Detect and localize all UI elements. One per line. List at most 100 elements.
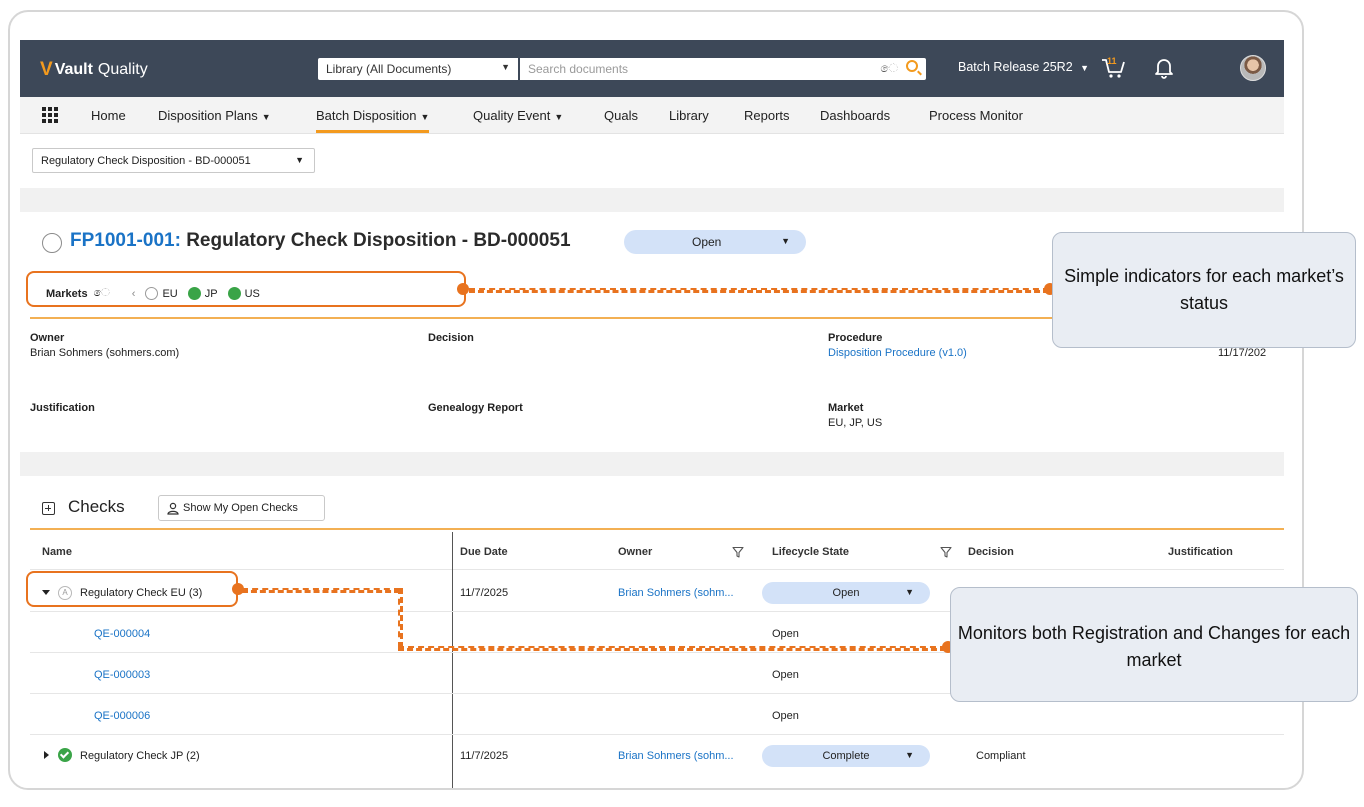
table-row-due-date: 11/7/2025 bbox=[460, 750, 509, 762]
table-row-link[interactable]: QE-000006 bbox=[94, 710, 150, 722]
batch-release-menu[interactable]: Batch Release 25R2 ▼ bbox=[958, 60, 1089, 74]
vault-logo-name: Vault bbox=[54, 61, 93, 78]
owner-label: Owner bbox=[30, 332, 65, 344]
status-dropdown[interactable]: Open ▼ bbox=[624, 230, 806, 254]
checks-connector-line bbox=[398, 646, 946, 651]
status-value: Open bbox=[692, 235, 722, 249]
table-row-link[interactable]: QE-000004 bbox=[94, 628, 150, 640]
checks-callout: Monitors both Registration and Changes f… bbox=[950, 587, 1358, 702]
nav-quals[interactable]: Quals bbox=[604, 108, 638, 123]
nav-quality-event[interactable]: Quality Event ▼ bbox=[473, 108, 563, 123]
search-icon[interactable] bbox=[906, 60, 918, 72]
table-row-state: Open bbox=[772, 628, 799, 640]
filter-icon[interactable] bbox=[940, 546, 952, 558]
chevron-down-icon: ▼ bbox=[1080, 63, 1090, 73]
nav-process-monitor-label: Process Monitor bbox=[929, 108, 1023, 123]
table-row-link[interactable]: QE-000003 bbox=[94, 669, 150, 681]
vault-logo-sub: Quality bbox=[97, 61, 148, 78]
nav-process-monitor[interactable]: Process Monitor bbox=[929, 108, 1023, 123]
show-my-open-checks-label: Show My Open Checks bbox=[183, 502, 298, 514]
filter-icon[interactable] bbox=[732, 546, 744, 558]
nav-disposition-plans[interactable]: Disposition Plans ▼ bbox=[158, 108, 271, 123]
markets-highlight-box bbox=[26, 271, 466, 307]
app-grid-icon[interactable] bbox=[42, 107, 58, 123]
checks-connector-line bbox=[242, 588, 400, 593]
connector-dot bbox=[232, 583, 244, 595]
library-select[interactable]: Library (All Documents) ▼ bbox=[318, 58, 518, 80]
column-header-decision[interactable]: Decision bbox=[968, 546, 1014, 558]
record-status-circle bbox=[42, 233, 62, 253]
expand-row-icon[interactable] bbox=[44, 751, 49, 759]
column-header-due-date[interactable]: Due Date bbox=[460, 546, 508, 558]
owner-value: Brian Sohmers (sohmers.com) bbox=[30, 347, 180, 359]
checks-title: Checks bbox=[68, 497, 125, 516]
procedure-label: Procedure bbox=[828, 332, 883, 344]
table-row-name: Regulatory Check JP (2) bbox=[80, 750, 200, 762]
market-label: Market bbox=[828, 402, 864, 414]
row-divider bbox=[30, 569, 1284, 570]
avatar[interactable] bbox=[1240, 55, 1266, 81]
markets-connector-line bbox=[469, 288, 1049, 293]
genealogy-report-label: Genealogy Report bbox=[428, 402, 523, 414]
chevron-down-icon: ▼ bbox=[554, 112, 564, 122]
bell-icon[interactable] bbox=[1154, 57, 1174, 79]
chevron-down-icon: ▼ bbox=[420, 112, 430, 122]
table-row-state: Open bbox=[772, 710, 799, 722]
nav-library[interactable]: Library bbox=[669, 108, 709, 123]
table-row-due-date: 11/7/2025 bbox=[460, 587, 509, 599]
chevron-down-icon: ▼ bbox=[295, 155, 304, 165]
checks-highlight-box bbox=[26, 571, 238, 607]
chevron-down-icon: ▼ bbox=[261, 112, 271, 122]
nav-batch-disposition[interactable]: Batch Disposition ▼ bbox=[316, 108, 430, 133]
show-my-open-checks-button[interactable]: Show My Open Checks bbox=[158, 495, 325, 521]
vault-logo[interactable]: V Vault Quality bbox=[40, 59, 148, 81]
nav-reports[interactable]: Reports bbox=[744, 108, 790, 123]
market-value: EU, JP, US bbox=[828, 417, 883, 429]
cart-icon[interactable]: 11 bbox=[1100, 54, 1126, 80]
library-select-value: Library (All Documents) bbox=[326, 62, 452, 76]
connector-dot bbox=[457, 283, 469, 295]
top-bar: V Vault Quality Library (All Documents) … bbox=[20, 40, 1284, 97]
table-row-owner-link[interactable]: Brian Sohmers (sohm... bbox=[618, 587, 734, 599]
column-header-lifecycle-state[interactable]: Lifecycle State bbox=[772, 546, 849, 558]
accent-divider bbox=[30, 528, 1284, 530]
column-header-owner[interactable]: Owner bbox=[618, 546, 652, 558]
expand-all-icon[interactable] bbox=[42, 502, 55, 515]
chevron-down-icon: ▼ bbox=[781, 236, 790, 246]
nav-dashboards[interactable]: Dashboards bbox=[820, 108, 890, 123]
column-header-justification[interactable]: Justification bbox=[1168, 546, 1233, 558]
lifecycle-state-dropdown[interactable]: Open ▼ bbox=[762, 582, 930, 604]
record-id[interactable]: FP1001-001: bbox=[70, 230, 181, 251]
column-header-name[interactable]: Name bbox=[42, 546, 72, 558]
record-title: Regulatory Check Disposition - BD-000051 bbox=[186, 230, 571, 251]
frozen-column-divider bbox=[452, 532, 453, 788]
justification-label: Justification bbox=[30, 402, 95, 414]
search-input[interactable]: Search documents ෙ bbox=[520, 58, 926, 80]
nav-batch-disposition-label: Batch Disposition bbox=[316, 108, 417, 123]
vault-logo-mark: V bbox=[40, 59, 53, 80]
search-placeholder: Search documents bbox=[528, 62, 629, 76]
procedure-link[interactable]: Disposition Procedure (v1.0) bbox=[828, 347, 967, 359]
section-divider bbox=[20, 188, 1284, 212]
markets-callout: Simple indicators for each market’s stat… bbox=[1052, 232, 1356, 348]
nav-quality-event-label: Quality Event bbox=[473, 108, 551, 123]
batch-release-label: Batch Release 25R2 bbox=[958, 60, 1073, 74]
view-select[interactable]: Regulatory Check Disposition - BD-000051… bbox=[32, 148, 315, 173]
binoculars-icon[interactable]: ෙ bbox=[880, 61, 898, 76]
page-title: FP1001-001: Regulatory Check Disposition… bbox=[70, 230, 571, 252]
nav-reports-label: Reports bbox=[744, 108, 790, 123]
cart-count: 11 bbox=[1107, 56, 1117, 66]
nav-home[interactable]: Home bbox=[91, 108, 126, 123]
table-row-owner-link[interactable]: Brian Sohmers (sohm... bbox=[618, 750, 734, 762]
nav-quals-label: Quals bbox=[604, 108, 638, 123]
main-nav: Home Disposition Plans ▼ Batch Dispositio… bbox=[20, 97, 1284, 134]
date-value: 11/17/202 bbox=[1218, 347, 1267, 359]
nav-dashboards-label: Dashboards bbox=[820, 108, 891, 123]
view-select-value: Regulatory Check Disposition - BD-000051 bbox=[41, 155, 251, 167]
chevron-down-icon: ▼ bbox=[905, 587, 914, 597]
checks-connector-line bbox=[398, 588, 403, 648]
complete-check-icon bbox=[58, 748, 72, 762]
lifecycle-state-dropdown[interactable]: Complete ▼ bbox=[762, 745, 930, 767]
lifecycle-state-value: Complete bbox=[822, 750, 870, 762]
decision-label: Decision bbox=[428, 332, 474, 344]
